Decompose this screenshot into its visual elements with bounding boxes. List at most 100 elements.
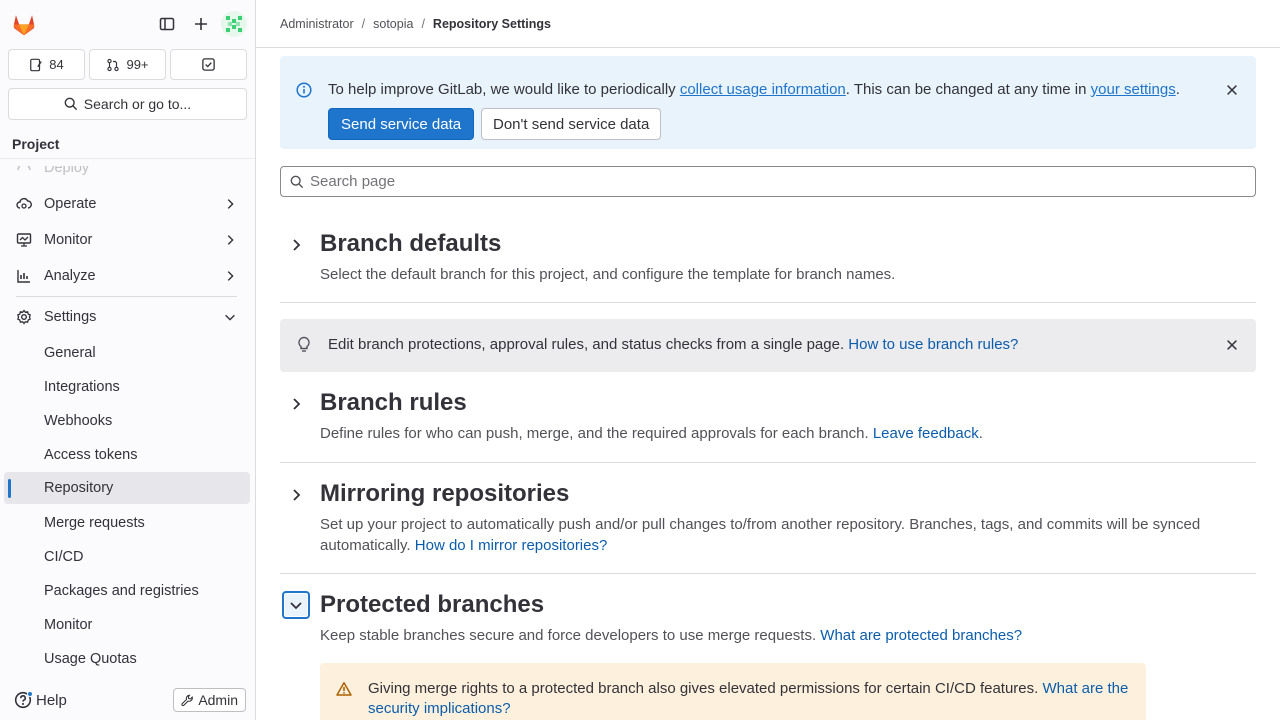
section-description: Select the default branch for this proje… bbox=[320, 266, 896, 283]
lightbulb-icon bbox=[298, 336, 310, 352]
gitlab-logo[interactable] bbox=[10, 10, 38, 38]
sidebar-item-label: Integrations bbox=[44, 379, 120, 395]
chart-icon bbox=[17, 270, 30, 283]
sidebar-divider bbox=[16, 296, 237, 297]
expand-branch-rules-button[interactable] bbox=[282, 390, 310, 418]
sidebar-item-operate[interactable]: Operate bbox=[8, 188, 247, 220]
chevron-right-icon bbox=[293, 398, 301, 410]
monitor-icon bbox=[16, 233, 32, 247]
chevron-right-icon bbox=[293, 489, 301, 501]
collapse-protected-branches-button[interactable] bbox=[282, 591, 310, 619]
chevron-down-icon bbox=[290, 602, 302, 610]
close-icon[interactable] bbox=[1225, 338, 1239, 352]
sidebar-item-label: Repository bbox=[44, 480, 114, 496]
breadcrumb: Administrator / sotopia / Repository Set… bbox=[256, 0, 1280, 48]
sidebar-item-label: Merge requests bbox=[44, 515, 145, 531]
sidebar-item-label: Access tokens bbox=[44, 447, 138, 463]
plus-icon[interactable] bbox=[187, 10, 215, 38]
sidebar-item-label: Operate bbox=[44, 196, 97, 212]
notification-dot bbox=[27, 691, 33, 697]
branch-rules-tip: Edit branch protections, approval rules,… bbox=[280, 319, 1256, 372]
sidebar-subitem-merge-requests[interactable]: Merge requests bbox=[4, 507, 250, 539]
breadcrumb-item-project[interactable]: sotopia bbox=[373, 17, 413, 31]
section-divider bbox=[280, 462, 1256, 463]
sidebar-subitem-packages-registries[interactable]: Packages and registries bbox=[4, 575, 250, 607]
merge-requests-count: 99+ bbox=[126, 57, 149, 72]
description-text: Define rules for who can push, merge, an… bbox=[320, 425, 873, 442]
cloud-gear-icon bbox=[16, 197, 32, 209]
section-description: Keep stable branches secure and force de… bbox=[320, 625, 1216, 646]
sidebar-section-title: Project bbox=[0, 129, 255, 159]
tip-text: Edit branch protections, approval rules,… bbox=[328, 336, 849, 353]
banner-message: To help improve GitLab, we would like to… bbox=[328, 81, 1180, 98]
expand-mirroring-button[interactable] bbox=[282, 481, 310, 509]
sidebar-subitem-monitor[interactable]: Monitor bbox=[4, 609, 250, 641]
sidebar-footer: Help Admin bbox=[0, 680, 255, 720]
breadcrumb-item-current[interactable]: Repository Settings bbox=[433, 17, 551, 31]
sidebar-item-label: Monitor bbox=[44, 617, 93, 633]
sidebar-subitem-webhooks[interactable]: Webhooks bbox=[4, 405, 250, 437]
sidebar-subitem-integrations[interactable]: Integrations bbox=[4, 371, 250, 403]
issues-count: 84 bbox=[49, 57, 64, 72]
banner-text: . This can be changed at any time in bbox=[845, 81, 1091, 98]
warning-text: Giving merge rights to a protected branc… bbox=[368, 680, 1043, 697]
sidebar-subitem-usage-quotas[interactable]: Usage Quotas bbox=[4, 643, 250, 675]
help-label: Help bbox=[36, 691, 67, 709]
sidebar-nav: Deploy Operate Monitor Analyze Settings … bbox=[0, 166, 255, 680]
sidebar-item-deploy[interactable]: Deploy bbox=[8, 166, 247, 184]
sidebar-item-label: Webhooks bbox=[44, 413, 113, 429]
sidebar-item-analyze[interactable]: Analyze bbox=[8, 260, 247, 292]
toggle-sidebar-icon[interactable] bbox=[153, 10, 181, 38]
expand-branch-defaults-button[interactable] bbox=[282, 231, 310, 259]
sidebar-item-label: General bbox=[44, 345, 96, 361]
leave-feedback-link[interactable]: Leave feedback bbox=[873, 425, 979, 442]
your-settings-link[interactable]: your settings bbox=[1091, 81, 1176, 98]
dont-send-service-data-button[interactable]: Don't send service data bbox=[481, 108, 662, 140]
sidebar-item-settings[interactable]: Settings bbox=[8, 301, 247, 333]
section-title: Protected branches bbox=[320, 591, 545, 618]
admin-button[interactable]: Admin bbox=[173, 688, 246, 712]
settings-gear-icon bbox=[16, 309, 32, 325]
search-page-input[interactable] bbox=[310, 173, 1210, 190]
chevron-right-icon bbox=[293, 239, 301, 251]
avatar[interactable] bbox=[221, 11, 247, 37]
issues-count-button[interactable]: 84 bbox=[8, 49, 85, 80]
breadcrumb-item-administrator[interactable]: Administrator bbox=[280, 17, 354, 31]
sidebar-subitem-general[interactable]: General bbox=[4, 337, 250, 369]
security-warning-alert: Giving merge rights to a protected branc… bbox=[320, 663, 1146, 720]
banner-text: To help improve GitLab, we would like to… bbox=[328, 81, 680, 98]
sidebar-item-label: Deploy bbox=[44, 166, 90, 176]
warning-message: Giving merge rights to a protected branc… bbox=[368, 679, 1134, 719]
close-icon[interactable] bbox=[1225, 83, 1239, 97]
sidebar-item-label: Analyze bbox=[44, 268, 96, 284]
section-title: Mirroring repositories bbox=[320, 480, 570, 507]
sidebar-subitem-ci-cd[interactable]: CI/CD bbox=[4, 541, 250, 573]
sidebar-item-label: Settings bbox=[44, 309, 97, 325]
merge-requests-count-button[interactable]: 99+ bbox=[89, 49, 166, 80]
todos-button[interactable] bbox=[170, 49, 247, 80]
collect-usage-link[interactable]: collect usage information bbox=[680, 81, 846, 98]
help-button[interactable]: Help bbox=[14, 691, 67, 709]
section-divider bbox=[280, 302, 1256, 303]
chevron-right-icon bbox=[227, 199, 234, 209]
protected-branches-help-link[interactable]: What are protected branches? bbox=[820, 627, 1022, 644]
issues-icon bbox=[30, 58, 43, 71]
branch-rules-help-link[interactable]: How to use branch rules? bbox=[848, 336, 1018, 353]
search-label: Search or go to... bbox=[83, 96, 192, 112]
sidebar-subitem-access-tokens[interactable]: Access tokens bbox=[4, 439, 250, 471]
merge-request-icon bbox=[107, 58, 120, 71]
service-ping-banner: To help improve GitLab, we would like to… bbox=[280, 56, 1256, 149]
mirror-help-link[interactable]: How do I mirror repositories? bbox=[415, 537, 608, 554]
section-divider bbox=[280, 573, 1256, 574]
sidebar-item-monitor[interactable]: Monitor bbox=[8, 224, 247, 256]
tip-message: Edit branch protections, approval rules,… bbox=[328, 336, 1018, 353]
deploy-icon bbox=[17, 166, 31, 171]
tanuki-icon bbox=[13, 15, 35, 36]
send-service-data-button[interactable]: Send service data bbox=[328, 108, 475, 140]
sidebar-item-label: CI/CD bbox=[44, 549, 84, 565]
global-search-button[interactable]: Search or go to... bbox=[8, 88, 247, 120]
search-page-field[interactable] bbox=[280, 166, 1256, 197]
todo-icon bbox=[202, 58, 215, 71]
warning-icon bbox=[336, 682, 352, 696]
sidebar-subitem-repository[interactable]: Repository bbox=[4, 472, 250, 504]
